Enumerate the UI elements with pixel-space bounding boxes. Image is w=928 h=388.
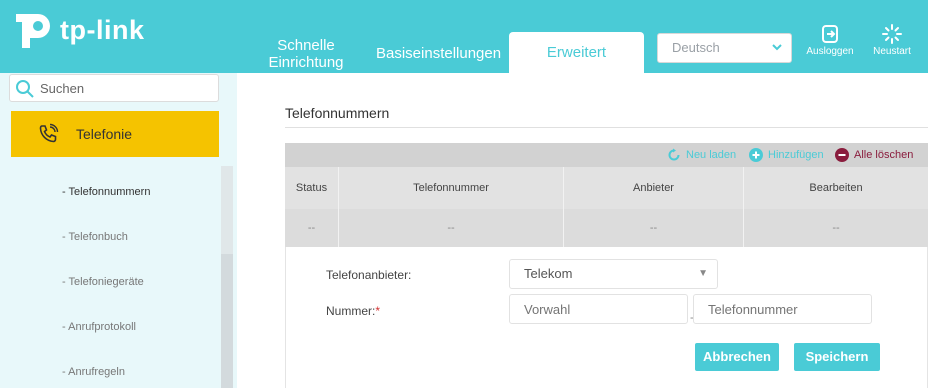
- title-divider: [285, 127, 928, 128]
- tp-link-logo-icon: [16, 14, 50, 48]
- table-row[interactable]: -- -- -- --: [285, 209, 928, 247]
- sidebar-item-telephony-devices[interactable]: - Telefoniegeräte: [62, 276, 144, 288]
- chevron-down-icon: [771, 34, 783, 72]
- phone-icon: [39, 123, 59, 143]
- nav-advanced-tab[interactable]: Erweitert: [509, 32, 644, 73]
- page-title: Telefonnummern: [285, 105, 390, 121]
- column-header-provider: Anbieter: [564, 167, 744, 209]
- sidebar-item-call-rules[interactable]: - Anrufregeln: [62, 366, 125, 378]
- nav-basic-settings[interactable]: Basiseinstellungen: [376, 45, 501, 62]
- number-label-text: Nummer:: [326, 304, 376, 318]
- top-header: tp-link Schnelle Einrichtung Basiseinste…: [0, 0, 928, 73]
- table-toolbar: Neu laden Hinzufügen Alle löschen: [285, 143, 928, 167]
- required-mark: *: [375, 304, 381, 318]
- cancel-button[interactable]: Abbrechen: [695, 343, 779, 371]
- save-button[interactable]: Speichern: [794, 343, 880, 371]
- table-cell-status: --: [285, 209, 339, 247]
- nav-quick-setup[interactable]: Schnelle Einrichtung: [265, 37, 347, 71]
- table-header: Status Telefonnummer Anbieter Bearbeiten: [285, 167, 928, 209]
- provider-label: Telefonanbieter:: [326, 268, 412, 282]
- sidebar-item-call-log[interactable]: - Anrufprotokoll: [62, 321, 136, 333]
- table-cell-edit: --: [832, 222, 840, 234]
- nav-quick-setup-line2: Einrichtung: [268, 54, 344, 71]
- sidebar-category-label: Telefonie: [76, 126, 133, 142]
- nav-quick-setup-line1: Schnelle: [277, 37, 335, 54]
- delete-all-label: Alle löschen: [854, 149, 914, 161]
- phone-number-input[interactable]: [693, 294, 872, 324]
- plus-icon: [749, 148, 763, 162]
- reboot-label: Neustart: [873, 46, 911, 57]
- table-cell-phone-number: --: [339, 209, 564, 247]
- sidebar-item-phone-numbers[interactable]: - Telefonnummern: [62, 186, 150, 198]
- delete-all-button[interactable]: Alle löschen: [835, 148, 913, 162]
- reload-button[interactable]: Neu laden: [667, 148, 736, 162]
- reload-label: Neu laden: [686, 149, 737, 161]
- add-button[interactable]: Hinzufügen: [749, 148, 824, 162]
- search-input[interactable]: [40, 78, 215, 98]
- provider-select[interactable]: Telekom ▼: [509, 259, 718, 289]
- area-code-input[interactable]: [509, 294, 688, 324]
- provider-selected-value: Telekom: [524, 266, 573, 281]
- reboot-icon: [882, 24, 902, 44]
- language-selected: Deutsch: [672, 40, 720, 55]
- logout-label: Ausloggen: [806, 46, 854, 57]
- reload-icon: [668, 148, 680, 161]
- reboot-button[interactable]: Neustart: [864, 24, 920, 57]
- brand-name: tp-link: [60, 14, 145, 45]
- sidebar-search[interactable]: [9, 74, 219, 102]
- minus-icon: [835, 148, 849, 162]
- dropdown-arrow-icon: ▼: [698, 268, 708, 279]
- column-header-phone-number: Telefonnummer: [339, 167, 564, 209]
- language-select[interactable]: Deutsch: [657, 33, 792, 63]
- sidebar-scrollbar-thumb[interactable]: [221, 254, 233, 388]
- logout-button[interactable]: Ausloggen: [802, 24, 858, 57]
- logout-icon: [822, 25, 838, 43]
- sidebar: Telefonie - Telefonnummern - Telefonbuch…: [0, 73, 237, 388]
- sidebar-item-phonebook[interactable]: - Telefonbuch: [62, 231, 128, 243]
- number-label: Nummer:*: [326, 304, 380, 318]
- sidebar-scrollbar[interactable]: [221, 166, 233, 388]
- sidebar-category-telephony[interactable]: Telefonie: [11, 111, 219, 157]
- column-header-status: Status: [285, 167, 339, 209]
- table-cell-provider: --: [564, 209, 744, 247]
- column-header-edit: Bearbeiten: [809, 182, 863, 194]
- add-label: Hinzufügen: [768, 149, 824, 161]
- brand-logo[interactable]: tp-link: [10, 8, 145, 52]
- search-icon: [16, 80, 34, 98]
